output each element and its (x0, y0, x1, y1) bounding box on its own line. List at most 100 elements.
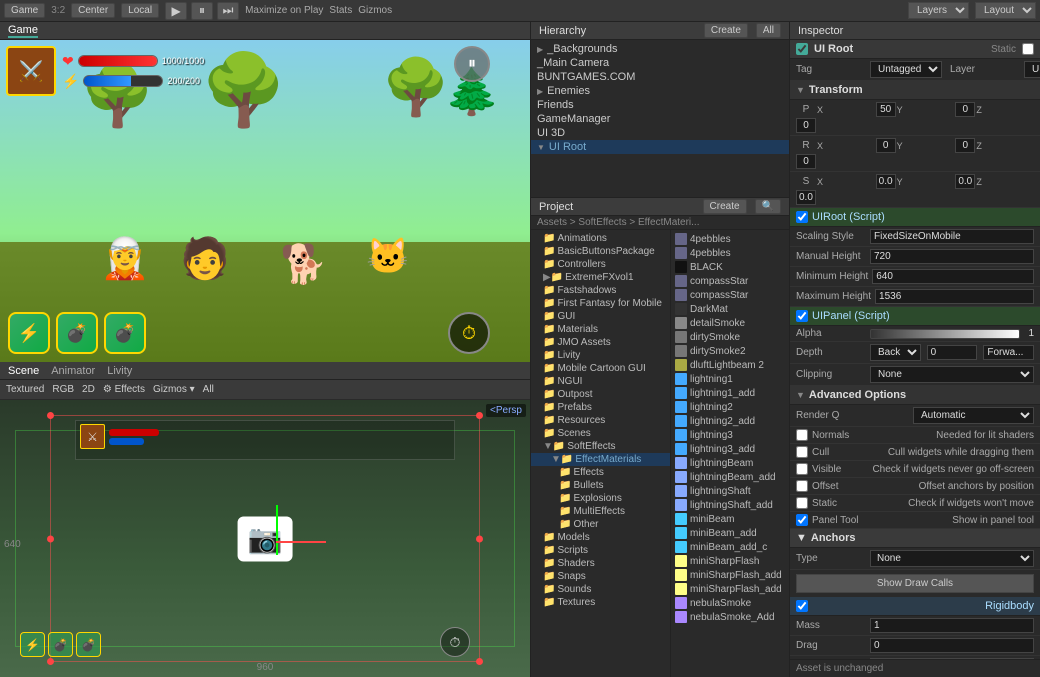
uipanel-checkbox[interactable] (796, 310, 808, 322)
alpha-slider[interactable] (870, 329, 1020, 339)
gizmos-label[interactable]: Gizmos (358, 5, 392, 16)
hierarchy-all-btn[interactable]: All (756, 23, 781, 38)
uiroot-checkbox[interactable] (796, 211, 808, 223)
rgb-btn[interactable]: RGB (52, 384, 74, 395)
scale-y[interactable] (955, 174, 975, 189)
folder-firstfantasy[interactable]: 📁First Fantasy for Mobile (531, 297, 670, 310)
skill-btn-2[interactable]: 💣 (56, 312, 98, 354)
asset-lightning1add[interactable]: lightning1_add (671, 386, 789, 400)
hier-item-backgrounds[interactable]: ▶ _Backgrounds (531, 42, 789, 56)
rot-x[interactable] (876, 138, 896, 153)
renderq-select[interactable]: Automatic (913, 407, 1034, 424)
effects-btn[interactable]: ⚙ Effects (103, 384, 145, 395)
folder-controllers[interactable]: 📁Controllers (531, 258, 670, 271)
hier-item-friends[interactable]: Friends (531, 98, 789, 112)
center-btn[interactable]: Center (71, 3, 115, 18)
depth-forward[interactable] (983, 345, 1034, 360)
min-height-val[interactable] (872, 269, 1034, 284)
textured-btn[interactable]: Textured (6, 384, 44, 395)
scale-z[interactable] (796, 190, 816, 205)
mass-val[interactable] (870, 618, 1034, 633)
asset-detailsmoke[interactable]: detailSmoke (671, 316, 789, 330)
pause-button[interactable]: ⏸ (191, 2, 213, 20)
folder-ngui[interactable]: 📁NGUI (531, 375, 670, 388)
asset-lightning1[interactable]: lightning1 (671, 372, 789, 386)
static-cb[interactable] (796, 497, 808, 509)
asset-minibeamaddc[interactable]: miniBeam_add_c (671, 540, 789, 554)
asset-lightning2[interactable]: lightning2 (671, 400, 789, 414)
layout-select[interactable]: Layout (975, 2, 1036, 19)
paneltool-checkbox[interactable] (796, 514, 808, 526)
uiroot-script-section[interactable]: UIRoot (Script) (790, 208, 1040, 227)
asset-nebulasmoke[interactable]: nebulaSmoke (671, 596, 789, 610)
folder-multieffects[interactable]: 📁MultiEffects (531, 505, 670, 518)
hier-item-ui3d[interactable]: UI 3D (531, 126, 789, 140)
folder-resources[interactable]: 📁Resources (531, 414, 670, 427)
anchors-section[interactable]: ▼ Anchors (790, 529, 1040, 548)
livity-tab[interactable]: Livity (107, 365, 132, 377)
object-enabled-checkbox[interactable] (796, 43, 808, 55)
folder-textures[interactable]: 📁Textures (531, 596, 670, 609)
pos-y[interactable] (955, 102, 975, 117)
hierarchy-create-btn[interactable]: Create (704, 23, 748, 38)
depth-val[interactable] (927, 345, 978, 360)
step-button[interactable]: ⏭ (217, 2, 239, 20)
folder-extremefx[interactable]: ▶📁ExtremeFXvol1 (531, 271, 670, 284)
asset-minisharpflash[interactable]: miniSharpFlash (671, 554, 789, 568)
asset-dirtysmoke2[interactable]: dirtySmoke2 (671, 344, 789, 358)
depth-select[interactable]: Back (870, 344, 921, 361)
project-search-btn[interactable]: 🔍 (755, 199, 781, 214)
folder-mobilecartoon[interactable]: 📁Mobile Cartoon GUI (531, 362, 670, 375)
uipanel-script-section[interactable]: UIPanel (Script) (790, 307, 1040, 326)
asset-minibeamadd[interactable]: miniBeam_add (671, 526, 789, 540)
scene-tab[interactable]: Scene (8, 365, 39, 377)
layer-select[interactable]: UI20 (1024, 61, 1040, 78)
folder-animations[interactable]: 📁Animations (531, 232, 670, 245)
tag-select[interactable]: Untagged (870, 61, 942, 78)
hier-item-enemies[interactable]: ▶ Enemies (531, 84, 789, 98)
show-draw-calls-btn[interactable]: Show Draw Calls (796, 574, 1034, 593)
asset-lightningshaft[interactable]: lightningShaft (671, 484, 789, 498)
rigidbody-section[interactable]: Rigidbody (790, 597, 1040, 616)
hier-item-camera[interactable]: _Main Camera (531, 56, 789, 70)
folder-jmo[interactable]: 📁JMO Assets (531, 336, 670, 349)
cull-checkbox[interactable] (796, 446, 808, 458)
asset-4pebbles1[interactable]: 4pebbles (671, 232, 789, 246)
folder-scripts[interactable]: 📁Scripts (531, 544, 670, 557)
pause-button-ingame[interactable]: ⏸ (454, 46, 490, 82)
hier-item-buntgames[interactable]: BUNTGAMES.COM (531, 70, 789, 84)
layers-select[interactable]: Layers (908, 2, 969, 19)
folder-fastshadows[interactable]: 📁Fastshadows (531, 284, 670, 297)
folder-scenes[interactable]: 📁Scenes (531, 427, 670, 440)
asset-nebulasmoke-add[interactable]: nebulaSmoke_Add (671, 610, 789, 624)
timer-btn[interactable]: ⏱ (448, 312, 490, 354)
2d-btn[interactable]: 2D (82, 384, 95, 395)
asset-lightning2add[interactable]: lightning2_add (671, 414, 789, 428)
rigidbody-checkbox[interactable] (796, 600, 808, 612)
normals-checkbox[interactable] (796, 429, 808, 441)
gizmos-scene-btn[interactable]: Gizmos ▾ (153, 384, 195, 395)
pos-x[interactable] (876, 102, 896, 117)
scale-x[interactable] (876, 174, 896, 189)
offset-checkbox[interactable] (796, 480, 808, 492)
asset-compassstar1[interactable]: compassStar (671, 274, 789, 288)
asset-lightning3[interactable]: lightning3 (671, 428, 789, 442)
animator-tab[interactable]: Animator (51, 365, 95, 377)
hier-item-uiroot[interactable]: ▼ UI Root (531, 140, 789, 154)
game-tab[interactable]: Game (8, 24, 38, 38)
asset-minibeam[interactable]: miniBeam (671, 512, 789, 526)
folder-prefabs[interactable]: 📁Prefabs (531, 401, 670, 414)
folder-effectmaterials[interactable]: ▼📁EffectMaterials (531, 453, 670, 466)
all-btn[interactable]: All (203, 384, 214, 395)
folder-sounds[interactable]: 📁Sounds (531, 583, 670, 596)
asset-4pebbles2[interactable]: 4pebbles (671, 246, 789, 260)
local-btn[interactable]: Local (121, 3, 159, 18)
rot-y[interactable] (955, 138, 975, 153)
folder-softeffects[interactable]: ▼📁SoftEffects (531, 440, 670, 453)
folder-materials[interactable]: 📁Materials (531, 323, 670, 336)
play-button[interactable]: ▶ (165, 2, 187, 20)
drag-val[interactable] (870, 638, 1034, 653)
skill-btn-3[interactable]: 💣 (104, 312, 146, 354)
folder-explosions[interactable]: 📁Explosions (531, 492, 670, 505)
folder-bullets[interactable]: 📁Bullets (531, 479, 670, 492)
